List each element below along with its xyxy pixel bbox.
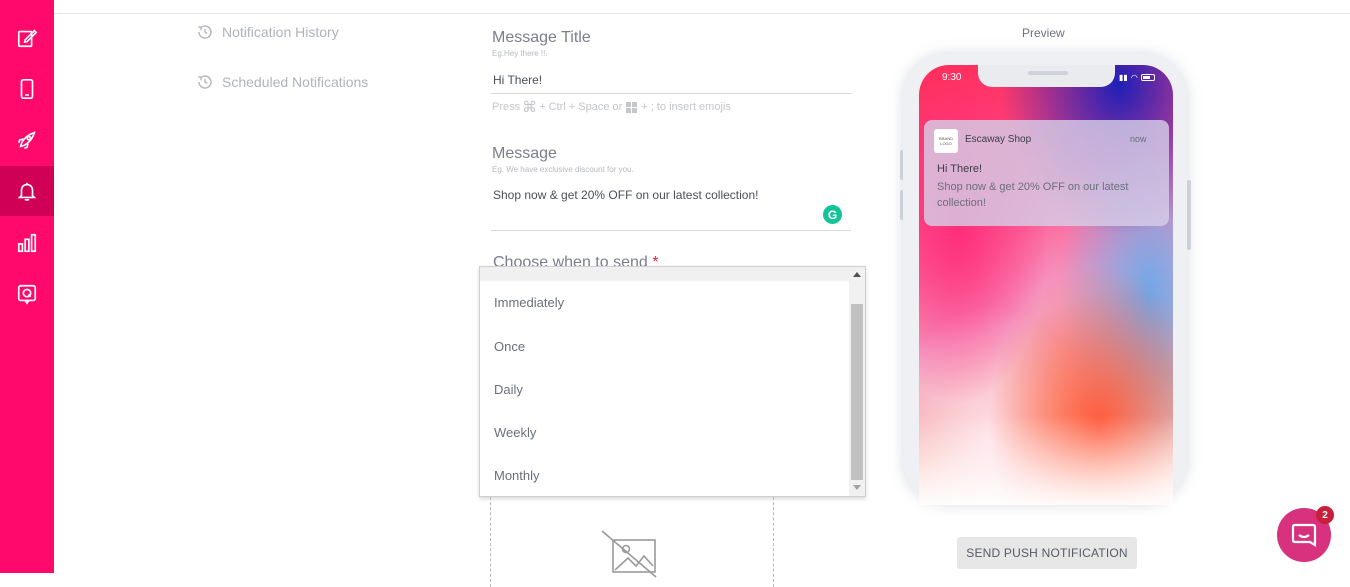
notification-title: Hi There!: [937, 163, 983, 175]
q-icon: [17, 284, 37, 305]
message-title-hint: Eg.Hey there !!.: [492, 49, 548, 58]
emoji-hint-suffix: + ; to insert emojis: [641, 101, 731, 113]
sidebar-item-mobile[interactable]: [0, 64, 54, 114]
grammarly-icon[interactable]: G: [823, 205, 842, 224]
option-daily[interactable]: Daily: [494, 382, 523, 397]
windows-key-icon: [626, 101, 638, 113]
mobile-icon: [20, 79, 34, 99]
screen-fade: [919, 415, 1173, 505]
wifi-icon: ◠: [1130, 73, 1138, 82]
signal-icon: ▮▮: [1119, 73, 1128, 82]
scroll-up-arrow-icon[interactable]: [853, 272, 861, 277]
send-push-notification-button[interactable]: SEND PUSH NOTIFICATION: [957, 537, 1137, 569]
notification-time: now: [1130, 134, 1147, 144]
sidebar-item-analytics[interactable]: [0, 218, 54, 268]
preview-label: Preview: [1022, 26, 1065, 40]
message-title-label: Message Title: [492, 29, 591, 46]
brand-logo: BRAND LOGO: [934, 129, 958, 153]
scroll-down-arrow-icon[interactable]: [853, 485, 861, 490]
message-input[interactable]: Shop now & get 20% OFF on our latest col…: [493, 188, 758, 202]
schedule-dropdown-list[interactable]: Immediately Once Daily Weekly Monthly: [479, 266, 866, 497]
history-icon: [198, 25, 212, 39]
emoji-hint-mid: + Ctrl + Space or: [539, 101, 623, 113]
message-title-underline: [491, 93, 851, 94]
chat-icon: [1291, 523, 1317, 547]
message-title-input[interactable]: Hi There!: [493, 73, 542, 87]
image-placeholder-icon: [601, 530, 657, 578]
subnav-scheduled-notifications[interactable]: Scheduled Notifications: [196, 73, 368, 91]
emoji-hint: Press ⌘ + Ctrl + Space or + ; to insert …: [492, 98, 731, 116]
battery-icon: [1140, 74, 1155, 81]
subnav-label: Scheduled Notifications: [222, 74, 369, 90]
bar-chart-icon: [17, 233, 37, 253]
history-icon: [198, 75, 212, 89]
sidebar-item-notifications[interactable]: [0, 166, 54, 216]
dropdown-top-strip: [480, 267, 849, 281]
chat-badge: 2: [1316, 506, 1334, 524]
sidebar: [0, 0, 54, 573]
header-divider: [54, 13, 1350, 14]
status-time: 9:30: [942, 72, 962, 83]
phone-power-button: [1187, 180, 1191, 250]
dropdown-scrollbar[interactable]: [849, 267, 865, 496]
scroll-thumb[interactable]: [851, 304, 863, 480]
sidebar-item-support[interactable]: [0, 269, 54, 319]
option-weekly[interactable]: Weekly: [494, 425, 536, 440]
option-monthly[interactable]: Monthly: [494, 468, 540, 483]
notification-app-name: Escaway Shop: [965, 134, 1032, 145]
rocket-icon: [17, 131, 36, 150]
sidebar-item-campaigns[interactable]: [0, 115, 54, 165]
subnav-notification-history[interactable]: Notification History: [196, 23, 339, 41]
option-immediately[interactable]: Immediately: [494, 295, 564, 310]
status-icons: ▮▮ ◠: [1119, 73, 1155, 82]
message-underline: [491, 230, 851, 231]
phone-speaker: [1028, 71, 1068, 75]
bell-icon: [17, 182, 37, 201]
edit-icon: [17, 29, 38, 48]
command-key-icon: ⌘: [522, 99, 538, 116]
message-label: Message: [492, 145, 557, 162]
emoji-hint-prefix: Press: [492, 101, 521, 113]
message-hint: Eg. We have exclusive discount for you.: [492, 165, 634, 174]
option-once[interactable]: Once: [494, 339, 525, 354]
phone-notch: [978, 65, 1115, 87]
notification-body: Shop now & get 20% OFF on our latest col…: [937, 181, 1129, 209]
sidebar-item-edit[interactable]: [0, 13, 54, 63]
subnav-label: Notification History: [222, 24, 339, 40]
